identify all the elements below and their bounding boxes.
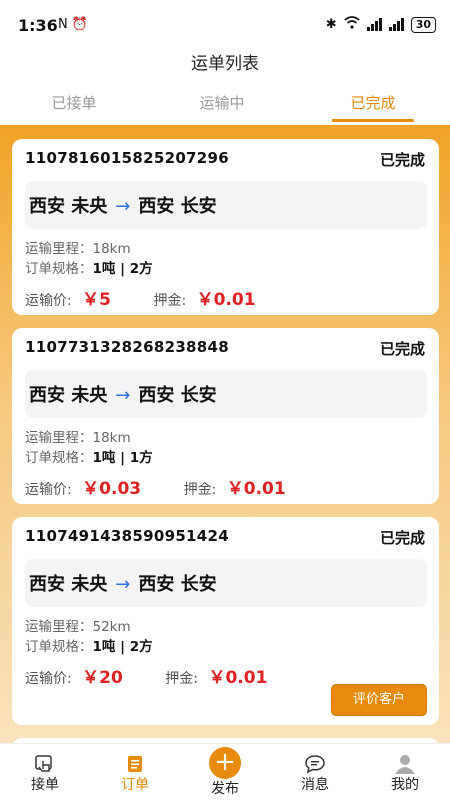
order-card[interactable]: 1107731328268238848 已完成 西安 未央 → 西安 长安 运输里程… [12,328,439,504]
user-avatar-icon [394,754,416,774]
order-number: 1107491438590951424 [25,527,230,545]
tab-in-transit[interactable]: 运输中 [172,92,272,113]
spec-row: 订单规格：1吨 | 2方 [25,635,153,655]
status-tabs: 已接单 运输中 已完成 [0,84,450,124]
chat-bubble-icon [304,754,326,774]
distance-label: 运输里程： [25,430,93,446]
status-time: 1:36 [18,16,58,35]
order-status: 已完成 [379,529,425,547]
route-destination: 西安 长安 [138,385,217,406]
battery-icon: 30 [410,16,436,33]
spec-value: 1吨 | 2方 [92,261,153,277]
route-origin: 西安 未央 [29,196,108,217]
hand-tap-icon [34,754,56,774]
route: 西安 未央 → 西安 长安 [29,570,217,596]
distance-label: 运输里程： [25,619,93,635]
deposit-value: ￥0.01 [208,668,268,688]
spec-row: 订单规格：1吨 | 2方 [25,257,153,277]
order-number: 1107731328268238848 [25,338,230,356]
arrow-right-icon: → [115,385,131,406]
spec-label: 订单规格： [25,639,93,655]
bottom-nav: 接单 订单 + 发布 消息 我的 [0,743,450,800]
route-destination: 西安 长安 [138,574,217,595]
order-card[interactable]: 1107491438590951424 已完成 西安 未央 → 西安 长安 运输里程… [12,517,439,725]
order-status: 已完成 [379,340,425,358]
distance-row: 运输里程：18km [25,237,131,257]
order-number: 1107816015825207296 [25,149,230,167]
nav-item-publish[interactable]: + 发布 [180,744,270,800]
nav-item-orders[interactable]: 订单 [90,744,180,800]
freight-value: ￥0.03 [82,479,142,499]
arrow-right-icon: → [115,574,131,595]
price-row: 运输价: ￥5 押金: ￥0.01 [25,285,256,310]
deposit-label: 押金: [183,482,217,498]
nav-item-accept[interactable]: 接单 [0,744,90,800]
deposit-label: 押金: [153,293,187,309]
signal-icon [366,18,382,31]
deposit-value: ￥0.01 [226,479,286,499]
plus-circle-icon: + [209,747,241,779]
distance-value: 18km [92,430,131,446]
rate-customer-button[interactable]: 评价客户 [331,684,427,716]
spec-label: 订单规格： [25,450,93,466]
notification-icons: N ⏰ [58,17,89,32]
route-origin: 西安 未央 [29,574,108,595]
nav-label: 发布 [211,781,239,797]
tab-completed[interactable]: 已完成 [323,92,423,113]
nav-label: 我的 [391,777,419,793]
route: 西安 未央 → 西安 长安 [29,192,217,218]
distance-value: 18km [92,241,131,257]
page-title: 运单列表 [191,54,259,74]
nav-item-messages[interactable]: 消息 [270,744,360,800]
freight-label: 运输价: [25,671,72,687]
nav-item-profile[interactable]: 我的 [360,744,450,800]
spec-row: 订单规格：1吨 | 1方 [25,446,153,466]
nav-label: 接单 [31,777,59,793]
deposit-label: 押金: [165,671,199,687]
distance-value: 52km [92,619,131,635]
deposit-value: ￥0.01 [196,290,256,310]
order-list-icon [124,754,146,774]
distance-row: 运输里程：18km [25,426,131,446]
status-right-icons: ✱ 30 [326,16,436,33]
order-card[interactable]: 1107816015825207296 已完成 西安 未央 → 西安 长安 运输里程… [12,139,439,315]
freight-label: 运输价: [25,482,72,498]
page-header: 运单列表 [0,50,450,78]
bluetooth-icon: ✱ [325,17,337,32]
tab-accepted[interactable]: 已接单 [24,92,124,113]
signal-icon-2 [388,18,404,31]
order-list[interactable]: 1107816015825207296 已完成 西安 未央 → 西安 长安 运输里程… [0,125,450,743]
wifi-icon [344,16,360,33]
route-destination: 西安 长安 [138,196,217,217]
arrow-right-icon: → [115,196,131,217]
spec-label: 订单规格： [25,261,93,277]
nav-label: 消息 [301,777,329,793]
spec-value: 1吨 | 2方 [92,639,153,655]
freight-label: 运输价: [25,293,72,309]
tab-active-indicator [332,119,414,122]
price-row: 运输价: ￥0.03 押金: ￥0.01 [25,474,286,499]
route-box: 西安 未央 → 西安 长安 [25,370,427,418]
spec-value: 1吨 | 1方 [92,450,153,466]
status-bar: 1:36 N ⏰ ✱ 30 [0,0,450,50]
route: 西安 未央 → 西安 长安 [29,381,217,407]
distance-row: 运输里程：52km [25,615,131,635]
distance-label: 运输里程： [25,241,93,257]
route-box: 西安 未央 → 西安 长安 [25,181,427,229]
route-origin: 西安 未央 [29,385,108,406]
freight-value: ￥5 [82,290,112,310]
nav-label: 订单 [121,777,149,793]
route-box: 西安 未央 → 西安 长安 [25,559,427,607]
order-status: 已完成 [379,151,425,169]
price-row: 运输价: ￥20 押金: ￥0.01 [25,663,267,688]
freight-value: ￥20 [82,668,123,688]
